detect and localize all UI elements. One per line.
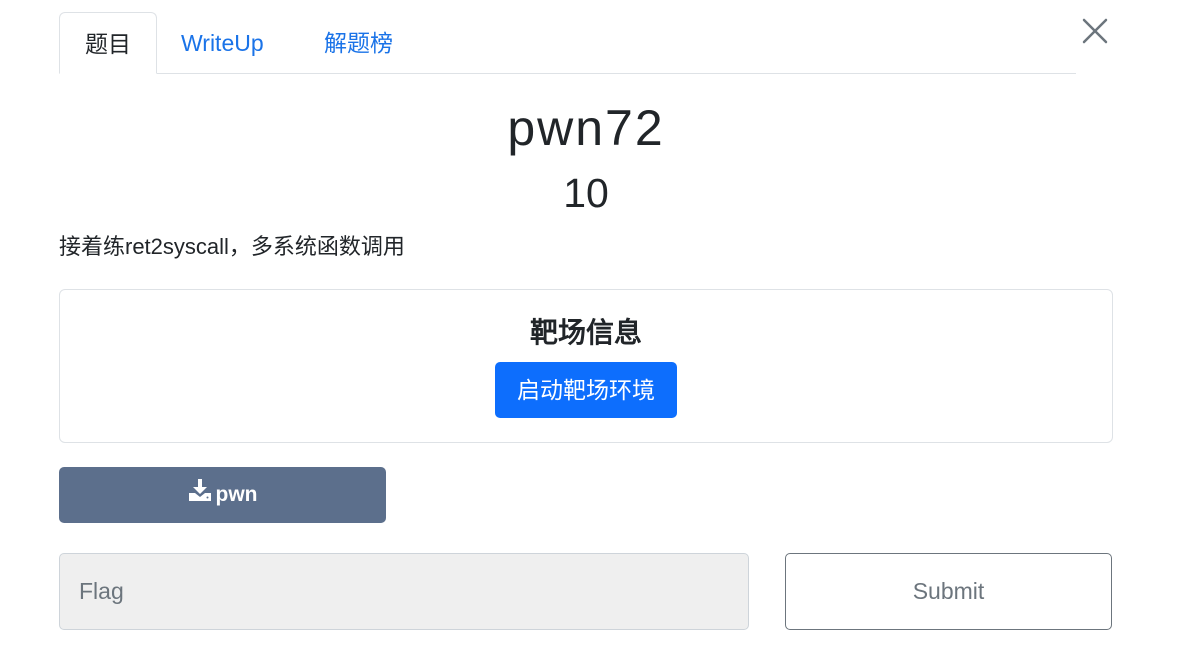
submit-button[interactable]: Submit [785, 553, 1112, 630]
challenge-score: 10 [563, 170, 609, 216]
tab-bar: 题目 WriteUp 解题榜 [59, 12, 1076, 74]
flag-input[interactable] [59, 553, 749, 630]
range-info-card: 靶场信息 启动靶场环境 [59, 289, 1113, 443]
start-range-button[interactable]: 启动靶场环境 [495, 362, 677, 418]
download-file-button[interactable]: pwn [59, 467, 386, 523]
challenge-description: 接着练ret2syscall，多系统函数调用 [59, 234, 405, 259]
challenge-title: pwn72 [507, 100, 665, 156]
download-label: pwn [215, 483, 258, 506]
tab-challenge[interactable]: 题目 [59, 12, 157, 74]
close-button[interactable] [1078, 14, 1112, 48]
challenge-modal: 题目 WriteUp 解题榜 pwn72 10 接着练ret2syscall，多… [0, 0, 1178, 655]
tab-writeup[interactable]: WriteUp [157, 12, 288, 74]
range-info-title: 靶场信息 [529, 317, 642, 348]
tab-solves[interactable]: 解题榜 [300, 12, 417, 74]
download-icon [188, 478, 212, 508]
close-icon [1082, 18, 1108, 44]
